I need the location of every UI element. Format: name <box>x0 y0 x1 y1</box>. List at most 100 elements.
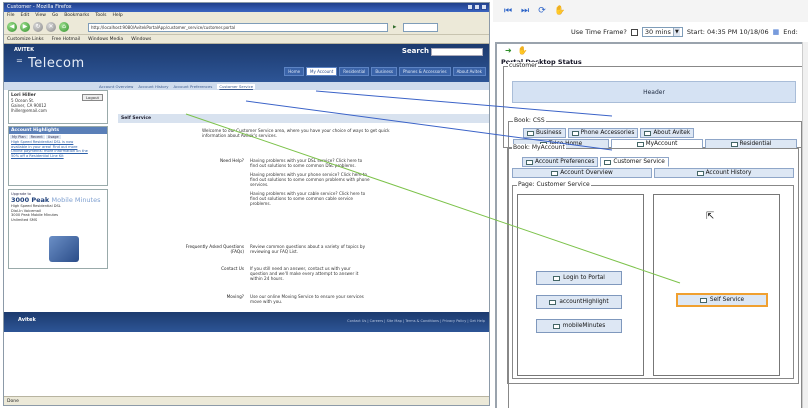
tab-business[interactable]: Business <box>523 128 566 138</box>
promo-title-b: Mobile Minutes <box>51 196 101 204</box>
time-frame-select[interactable]: 30 mins ▼ <box>641 27 683 37</box>
faq-answer[interactable]: Having problems with your cable service?… <box>250 191 370 206</box>
myaccount-tabs: Account Preferences Customer Service <box>522 157 669 167</box>
forward-icon[interactable]: ⏭ <box>520 6 530 16</box>
bookmark-item[interactable]: Windows <box>131 35 151 43</box>
menu-tools[interactable]: Tools <box>95 12 106 20</box>
subnav-customer-service[interactable]: Customer Service <box>217 83 256 89</box>
tab-residential[interactable]: Residential <box>339 67 370 76</box>
brand-small: AVITEK <box>14 47 34 53</box>
desktop-status-app: ⏮ ⏭ ⟳ ✋ Use Time Frame? 30 mins ▼ Start: … <box>493 0 808 408</box>
browser-navbar: ◀ ▶ ↻ ✕ ⌂ http://localhost:9080/AvitekPo… <box>4 20 489 35</box>
faq-row: Moving? Use our online Moving Service to… <box>178 294 370 304</box>
account-highlights: Account Highlights My Plan Recent Usage … <box>8 126 108 186</box>
highlight-link[interactable]: 50% off a Residential Line Kit <box>9 154 107 159</box>
portlet-account-highlight[interactable]: accountHighlight <box>536 295 622 309</box>
faq-answer[interactable]: Having problems with your DSL service? C… <box>250 158 370 168</box>
portlet-self-service[interactable]: Self Service <box>676 293 768 307</box>
login-box: Lori Hiller Logout 5 Ocean St. Gainer, C… <box>8 90 108 124</box>
tab-about-avitek[interactable]: About Avitek <box>640 128 695 138</box>
browser-search-input[interactable] <box>403 22 439 32</box>
highlights-tab[interactable]: Usage <box>45 135 61 139</box>
faq-answer[interactable]: Having problems with your phone service?… <box>250 172 370 187</box>
portlet-icon <box>549 299 557 305</box>
tab-about-avitek[interactable]: About Avitek <box>452 67 486 76</box>
portlet-login-to-portal[interactable]: Login to Portal <box>536 271 622 285</box>
close-button[interactable] <box>481 4 487 10</box>
forward-icon[interactable]: ▶ <box>20 22 30 32</box>
bookmark-item[interactable]: Customize Links <box>7 35 44 43</box>
promo-box[interactable]: Upgrade to 3000 Peak Mobile Minutes High… <box>8 189 108 269</box>
tab-phones-accessories[interactable]: Phones & Accessories <box>398 67 451 76</box>
subnav-account-preferences[interactable]: Account Preferences <box>173 84 212 89</box>
main-header: Self Service <box>118 114 489 123</box>
page-icon <box>526 159 533 165</box>
browser-title: Customer - Mozilla Firefox <box>7 4 72 10</box>
logout-button[interactable]: Logout <box>82 94 103 101</box>
highlights-tab[interactable]: Recent <box>28 135 45 139</box>
site-logo[interactable]: ⁼ Telecom <box>16 56 85 71</box>
reload-icon[interactable]: ↻ <box>33 22 43 32</box>
faq-question: Need Help? <box>219 158 244 163</box>
menu-help[interactable]: Help <box>112 12 122 20</box>
use-time-frame-label: Use Time Frame? <box>571 28 627 36</box>
portlet-icon <box>553 275 561 281</box>
menu-bookmarks[interactable]: Bookmarks <box>64 12 89 20</box>
highlights-tab[interactable]: My Plan <box>10 135 28 139</box>
menu-go[interactable]: Go <box>52 12 58 20</box>
tab-home[interactable]: Home <box>284 67 305 76</box>
use-time-frame-checkbox[interactable] <box>630 28 638 36</box>
brand-name: Telecom <box>28 56 85 71</box>
rewind-icon[interactable]: ⏮ <box>503 6 513 16</box>
portlet-icon <box>552 323 560 329</box>
back-arrow-icon[interactable]: ➜ <box>505 46 512 55</box>
page-icon <box>636 141 644 147</box>
page-legend: Page: Customer Service <box>517 181 591 188</box>
faq-answer[interactable]: Use our online Moving Service to ensure … <box>250 294 370 304</box>
subnav-account-history[interactable]: Account History <box>138 84 168 89</box>
menu-view[interactable]: View <box>35 12 46 20</box>
faq-row: Need Help? Having problems with your DSL… <box>178 158 370 206</box>
tab-phone-accessories[interactable]: Phone Accessories <box>567 128 639 138</box>
stop-icon[interactable]: ✕ <box>46 22 56 32</box>
footer-links[interactable]: Contact Us | Careers | Site Map | Terms … <box>347 319 485 323</box>
tab-label: Business <box>536 129 562 136</box>
faq-answer[interactable]: Review common questions about a variety … <box>250 244 370 254</box>
tab-account-overview[interactable]: Account Overview <box>512 168 652 178</box>
faq-answer[interactable]: If you still need an answer, contact us … <box>250 266 370 281</box>
footer-logo[interactable]: Avitek <box>18 317 36 323</box>
header-portlet[interactable]: Header <box>512 81 796 103</box>
faq-row: Frequently Asked Questions (FAQs) Review… <box>178 244 370 254</box>
go-button[interactable]: ▶ <box>393 25 396 30</box>
portlet-mobile-minutes[interactable]: mobileMinutes <box>536 319 622 333</box>
menu-edit[interactable]: Edit <box>21 12 30 20</box>
end-label: End: <box>783 28 798 36</box>
back-icon[interactable]: ◀ <box>7 22 17 32</box>
home-icon[interactable]: ⌂ <box>59 22 69 32</box>
maximize-button[interactable] <box>474 4 480 10</box>
hand-icon[interactable]: ✋ <box>518 46 528 55</box>
browser-window: Customer - Mozilla Firefox File Edit Vie… <box>3 2 490 406</box>
bookmark-item[interactable]: Free Hotmail <box>52 35 81 43</box>
bookmark-item[interactable]: Windows Media <box>88 35 123 43</box>
minimize-button[interactable] <box>467 4 473 10</box>
portlet-icon <box>699 297 707 303</box>
subnav-account-overview[interactable]: Account Overview <box>99 84 133 89</box>
tab-account-preferences[interactable]: Account Preferences <box>522 157 599 167</box>
address-bar[interactable]: http://localhost:9080/AvitekPortalApp/cu… <box>88 22 388 32</box>
page-icon <box>696 170 704 176</box>
calendar-icon[interactable]: ▦ <box>773 28 780 36</box>
vertical-scrollbar[interactable] <box>802 42 808 408</box>
tab-account-history[interactable]: Account History <box>654 168 794 178</box>
tab-business[interactable]: Business <box>371 67 397 76</box>
refresh-icon[interactable]: ⟳ <box>537 6 547 16</box>
tab-customer-service[interactable]: Customer Service <box>600 157 669 167</box>
page-icon <box>604 159 612 165</box>
tab-label: Account Overview <box>560 169 613 176</box>
hand-icon[interactable]: ✋ <box>554 6 565 16</box>
site-search-input[interactable] <box>431 48 483 56</box>
menu-file[interactable]: File <box>7 12 15 20</box>
mouse-cursor-icon: ⇱ <box>706 211 715 222</box>
tab-my-account[interactable]: My Account <box>306 67 338 76</box>
email-line: lhiller@email.com <box>11 108 47 113</box>
